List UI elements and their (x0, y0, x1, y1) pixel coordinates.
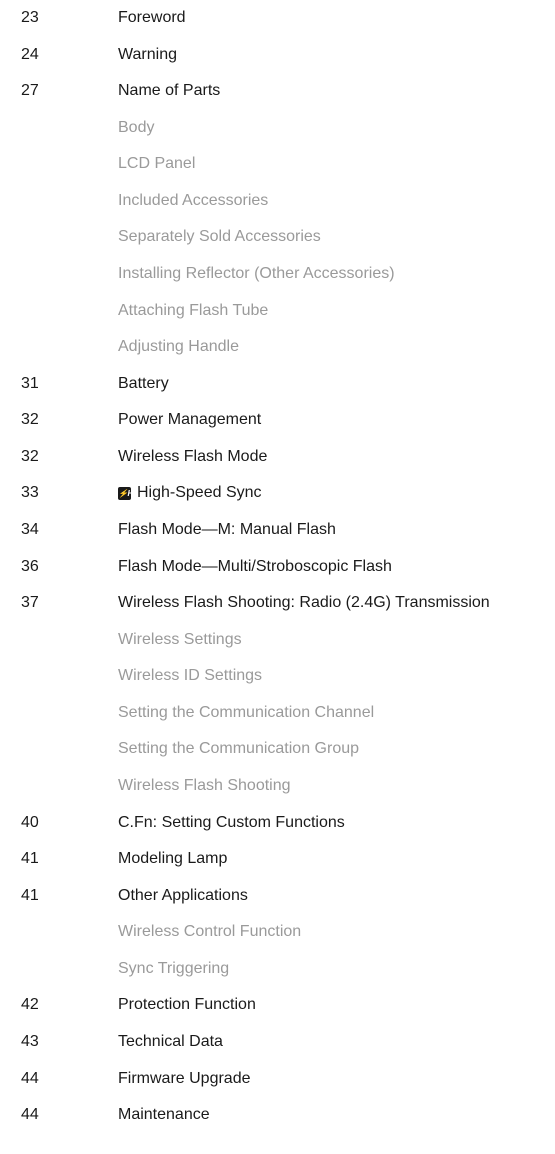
toc-page-number: 44 (21, 1106, 39, 1124)
toc-title-text: Protection Function (118, 996, 256, 1014)
toc-title: Wireless ID Settings (118, 664, 262, 688)
toc-title-text: Flash Mode—Multi/Stroboscopic Flash (118, 557, 392, 575)
toc-title: Attaching Flash Tube (118, 299, 268, 323)
toc-title: Power Management (118, 408, 261, 432)
toc-title: Wireless Flash Mode (118, 445, 267, 469)
toc-title-text: Wireless ID Settings (118, 667, 263, 685)
toc-title: Maintenance (118, 1103, 210, 1127)
toc-title-text: Foreword (118, 9, 186, 26)
toc-page-number: 33 (21, 484, 39, 502)
toc-title-text: Flash Mode—M: Manual Flash (118, 521, 336, 538)
toc-title: Protection Function (118, 993, 256, 1017)
toc-page-number: 36 (21, 557, 39, 575)
toc-page-number: 40 (21, 813, 39, 831)
toc-page-number: 43 (21, 1033, 39, 1050)
toc-page-number: 41 (21, 886, 39, 904)
toc-title-text: Power Management (118, 411, 262, 429)
toc-title: Modeling Lamp (118, 847, 227, 871)
toc-title-text: LCD Panel (118, 155, 196, 173)
toc-title-text: Wireless Flash Mode (118, 447, 268, 465)
toc-page-number: 32 (21, 411, 39, 429)
toc-title: Included Accessories (118, 189, 268, 213)
toc-title: Setting the Communication Group (118, 737, 359, 761)
toc-title: Setting the Communication Channel (118, 701, 374, 725)
toc-title-text: Wireless Flash Shooting: Radio (2.4G) Tr… (118, 594, 490, 612)
toc-title: C.Fn: Setting Custom Functions (118, 811, 345, 835)
toc-title-text: Other Applications (118, 886, 248, 904)
toc-title-text: Included Accessories (118, 191, 269, 209)
toc-page-number: 37 (21, 594, 39, 612)
toc-title: Flash Mode—Multi/Stroboscopic Flash (118, 555, 392, 579)
toc-page-number: 42 (21, 996, 39, 1014)
toc-page-number: 32 (21, 447, 39, 465)
toc-title: Sync Triggering (118, 957, 229, 981)
toc-title-text: Wireless Settings (118, 630, 242, 648)
toc-page-number: 41 (21, 850, 39, 868)
toc-title-text: Wireless Flash Shooting (118, 777, 291, 794)
toc-page-number: 27 (21, 82, 39, 100)
toc-title: Warning (118, 43, 177, 67)
toc-title-text: Warning (118, 45, 177, 63)
toc-title-text: Modeling Lamp (118, 850, 228, 868)
toc-title: Installing Reflector (Other Accessories) (118, 262, 395, 286)
toc-title: Wireless Flash Shooting: Radio (2.4G) Tr… (118, 591, 490, 615)
toc-title: Technical Data (118, 1030, 223, 1054)
toc-title: Firmware Upgrade (118, 1067, 250, 1091)
toc-title-text: Wireless Control Function (118, 923, 302, 941)
toc-title: Name of Parts (118, 79, 220, 103)
toc-page-number: 24 (21, 45, 39, 63)
toc-title: Foreword (118, 6, 186, 30)
toc-title: Flash Mode—M: Manual Flash (118, 518, 336, 542)
toc-title-text: Adjusting Handle (118, 338, 239, 356)
toc-title-text: Sync Triggering (118, 959, 230, 977)
toc-page-number: 31 (21, 374, 39, 392)
table-of-contents: 23 Foreword 24 Warning 27 Name of Parts Body LC… (0, 0, 555, 1154)
toc-title-text: Battery (118, 374, 169, 392)
toc-title-text: High-Speed Sync (137, 484, 262, 502)
toc-title: Body (118, 116, 154, 140)
toc-title: Battery (118, 372, 169, 396)
toc-title-text: Installing Reflector (Other Accessories) (118, 265, 395, 282)
toc-title-text: Name of Parts (118, 82, 221, 100)
high-speed-sync-icon: ⚡H (118, 487, 133, 501)
toc-title-text: Setting the Communication Group (118, 740, 360, 758)
toc-page-number: 23 (21, 9, 39, 26)
toc-title: Adjusting Handle (118, 335, 239, 359)
toc-title: LCD Panel (118, 152, 195, 176)
toc-page-number: 44 (21, 1069, 39, 1087)
toc-page-number: 34 (21, 521, 39, 538)
toc-title: Other Applications (118, 884, 248, 908)
toc-title: Wireless Settings (118, 628, 242, 652)
toc-title-text: Separately Sold Accessories (118, 228, 321, 246)
toc-title-text: C.Fn: Setting Custom Functions (118, 813, 345, 831)
toc-title-text: Maintenance (118, 1106, 210, 1124)
toc-title: Separately Sold Accessories (118, 225, 321, 249)
toc-title-text: Firmware Upgrade (118, 1069, 251, 1087)
toc-title-text: Attaching Flash Tube (118, 301, 269, 319)
toc-title-text: Setting the Communication Channel (118, 703, 375, 721)
toc-title: Wireless Control Function (118, 920, 301, 944)
toc-title: Wireless Flash Shooting (118, 774, 291, 798)
toc-title-text: Technical Data (118, 1033, 223, 1050)
toc-title-text: Body (118, 118, 155, 136)
toc-title: ⚡H High-Speed Sync (118, 481, 262, 505)
